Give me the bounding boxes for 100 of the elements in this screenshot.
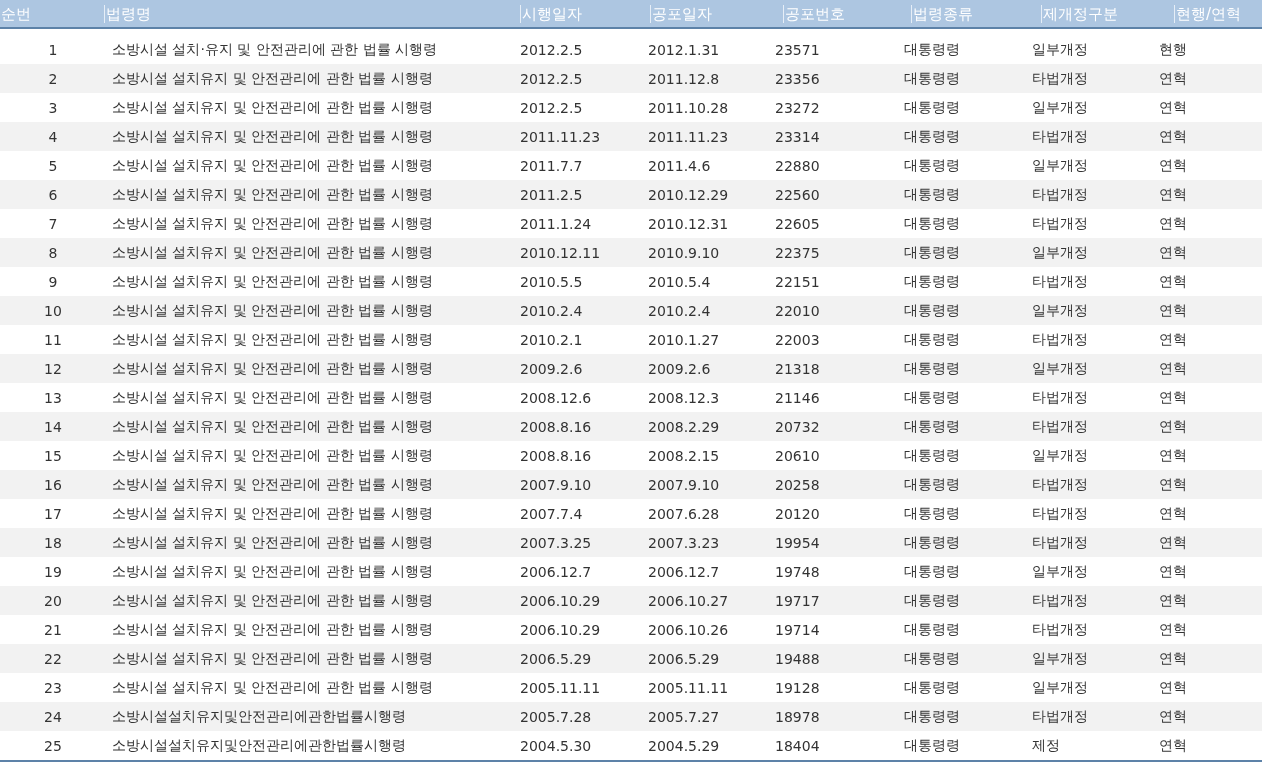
table-cell: 대통령령 (904, 127, 960, 144)
law-name-link[interactable]: 소방시설 설치유지 및 안전관리에 관한 법률 시행령 (112, 417, 433, 434)
table-cell: 연혁 (1159, 301, 1187, 318)
law-name-link[interactable]: 소방시설 설치유지 및 안전관리에 관한 법률 시행령 (112, 504, 433, 521)
table-cell: 18978 (775, 708, 820, 725)
table-cell: 2004.5.29 (648, 737, 720, 754)
law-name-link[interactable]: 소방시설 설치유지 및 안전관리에 관한 법률 시행령 (112, 69, 433, 86)
table-cell: 8 (48, 244, 58, 261)
table-cell: 타법개정 (1032, 272, 1088, 289)
table-cell: 18 (44, 534, 62, 551)
law-name-link[interactable]: 소방시설 설치유지 및 안전관리에 관한 법률 시행령 (112, 243, 433, 260)
table-cell: 타법개정 (1032, 475, 1088, 492)
law-name-link[interactable]: 소방시설 설치유지 및 안전관리에 관한 법률 시행령 (112, 301, 433, 318)
table-cell: 20732 (775, 418, 820, 435)
table-cell: 대통령령 (904, 243, 960, 260)
law-name-link[interactable]: 소방시설 설치유지 및 안전관리에 관한 법률 시행령 (112, 214, 433, 231)
table-cell: 2010.12.11 (520, 244, 601, 261)
table-cell: 2011.10.28 (648, 99, 729, 116)
table-cell: 2011.1.24 (520, 215, 592, 232)
table-cell: 대통령령 (904, 330, 960, 347)
table-cell: 현행 (1159, 40, 1187, 57)
law-name-link[interactable]: 소방시설 설치유지 및 안전관리에 관한 법률 시행령 (112, 156, 433, 173)
table-cell: 1 (48, 41, 58, 58)
table-cell: 타법개정 (1032, 330, 1088, 347)
table-cell: 19128 (775, 679, 820, 696)
table-cell: 대통령령 (904, 214, 960, 231)
table-cell: 대통령령 (904, 388, 960, 405)
table-cell: 2010.12.31 (648, 215, 729, 232)
table-cell: 대통령령 (904, 678, 960, 695)
law-name-link[interactable]: 소방시설 설치유지 및 안전관리에 관한 법률 시행령 (112, 98, 433, 115)
table-cell: 2010.1.27 (648, 331, 720, 348)
table-cell: 연혁 (1159, 562, 1187, 579)
table-cell: 23 (44, 679, 62, 696)
law-name-link[interactable]: 소방시설 설치유지 및 안전관리에 관한 법률 시행령 (112, 620, 433, 637)
law-name-link[interactable]: 소방시설 설치유지 및 안전관리에 관한 법률 시행령 (112, 330, 433, 347)
table-cell: 25 (44, 737, 62, 754)
table-cell: 24 (44, 708, 62, 725)
table-cell: 19 (44, 563, 62, 580)
table-cell: 연혁 (1159, 214, 1187, 231)
table-cell: 2006.10.29 (520, 621, 601, 638)
table-cell: 대통령령 (904, 272, 960, 289)
table-cell: 연혁 (1159, 504, 1187, 521)
law-name-link[interactable]: 소방시설 설치유지 및 안전관리에 관한 법률 시행령 (112, 533, 433, 550)
law-name-link[interactable]: 소방시설 설치유지 및 안전관리에 관한 법률 시행령 (112, 388, 433, 405)
table-cell: 9 (48, 273, 58, 290)
law-name-link[interactable]: 소방시설 설치유지 및 안전관리에 관한 법률 시행령 (112, 272, 433, 289)
table-cell: 2012.2.5 (520, 99, 583, 116)
table-cell: 대통령령 (904, 359, 960, 376)
table-cell: 2008.8.16 (520, 447, 592, 464)
table-cell: 2011.11.23 (520, 128, 601, 145)
law-name-link[interactable]: 소방시설 설치유지 및 안전관리에 관한 법률 시행령 (112, 678, 433, 695)
table-cell: 2009.2.6 (648, 360, 711, 377)
table-cell: 연혁 (1159, 678, 1187, 695)
table-cell: 2010.5.4 (648, 273, 711, 290)
table-cell: 2008.12.3 (648, 389, 720, 406)
table-cell: 23356 (775, 70, 820, 87)
table-cell: 2008.12.6 (520, 389, 592, 406)
table-cell: 2007.3.23 (648, 534, 720, 551)
table-cell: 2005.11.11 (648, 679, 729, 696)
table-cell: 20120 (775, 505, 820, 522)
table-cell: 대통령령 (904, 475, 960, 492)
table-cell: 제정 (1032, 736, 1060, 753)
table-cell: 일부개정 (1032, 243, 1088, 260)
table-cell: 2009.2.6 (520, 360, 583, 377)
table-cell: 19748 (775, 563, 820, 580)
law-name-link[interactable]: 소방시설설치유지및안전관리에관한법률시행령 (112, 736, 406, 753)
table-cell: 21318 (775, 360, 820, 377)
table-cell: 타법개정 (1032, 127, 1088, 144)
law-name-link[interactable]: 소방시설 설치유지 및 안전관리에 관한 법률 시행령 (112, 446, 433, 463)
table-cell: 2011.12.8 (648, 70, 720, 87)
law-name-link[interactable]: 소방시설 설치유지 및 안전관리에 관한 법률 시행령 (112, 649, 433, 666)
table-cell: 2012.2.5 (520, 70, 583, 87)
table-cell: 연혁 (1159, 591, 1187, 608)
table-cell: 대통령령 (904, 40, 960, 57)
law-name-link[interactable]: 소방시설 설치유지 및 안전관리에 관한 법률 시행령 (112, 185, 433, 202)
table-cell: 일부개정 (1032, 156, 1088, 173)
table-cell: 2005.7.28 (520, 708, 592, 725)
table-cell: 2004.5.30 (520, 737, 592, 754)
table-cell: 2007.6.28 (648, 505, 720, 522)
law-name-link[interactable]: 소방시설설치유지및안전관리에관한법률시행령 (112, 707, 406, 724)
table-cell: 대통령령 (904, 707, 960, 724)
table-cell: 2010.2.4 (520, 302, 583, 319)
law-name-link[interactable]: 소방시설 설치유지 및 안전관리에 관한 법률 시행령 (112, 127, 433, 144)
table-cell: 타법개정 (1032, 69, 1088, 86)
table-cell: 일부개정 (1032, 446, 1088, 463)
law-name-link[interactable]: 소방시설 설치유지 및 안전관리에 관한 법률 시행령 (112, 475, 433, 492)
table-cell: 연혁 (1159, 417, 1187, 434)
law-name-link[interactable]: 소방시설 설치유지 및 안전관리에 관한 법률 시행령 (112, 562, 433, 579)
table-cell: 2011.11.23 (648, 128, 729, 145)
law-name-link[interactable]: 소방시설 설치·유지 및 안전관리에 관한 법률 시행령 (112, 40, 438, 57)
table-cell: 타법개정 (1032, 388, 1088, 405)
table-cell: 2006.10.29 (520, 592, 601, 609)
table-cell: 23571 (775, 41, 820, 58)
table-cell: 연혁 (1159, 707, 1187, 724)
table-cell: 2011.4.6 (648, 157, 711, 174)
table-cell: 일부개정 (1032, 98, 1088, 115)
law-name-link[interactable]: 소방시설 설치유지 및 안전관리에 관한 법률 시행령 (112, 359, 433, 376)
table-cell: 연혁 (1159, 69, 1187, 86)
law-name-link[interactable]: 소방시설 설치유지 및 안전관리에 관한 법률 시행령 (112, 591, 433, 608)
table-cell: 연혁 (1159, 388, 1187, 405)
